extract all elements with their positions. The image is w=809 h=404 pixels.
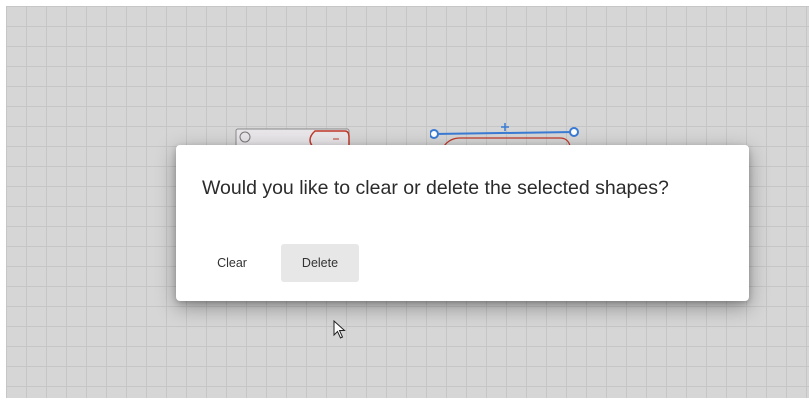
clear-button[interactable]: Clear xyxy=(206,244,258,282)
plus-icon xyxy=(501,123,509,131)
confirm-dialog: Would you like to clear or delete the se… xyxy=(176,145,749,301)
resize-handle-icon xyxy=(569,127,579,137)
dialog-message: Would you like to clear or delete the se… xyxy=(202,177,669,199)
mouse-pointer-icon xyxy=(333,320,346,339)
resize-handle-icon xyxy=(430,129,439,139)
delete-button[interactable]: Delete xyxy=(281,244,359,282)
